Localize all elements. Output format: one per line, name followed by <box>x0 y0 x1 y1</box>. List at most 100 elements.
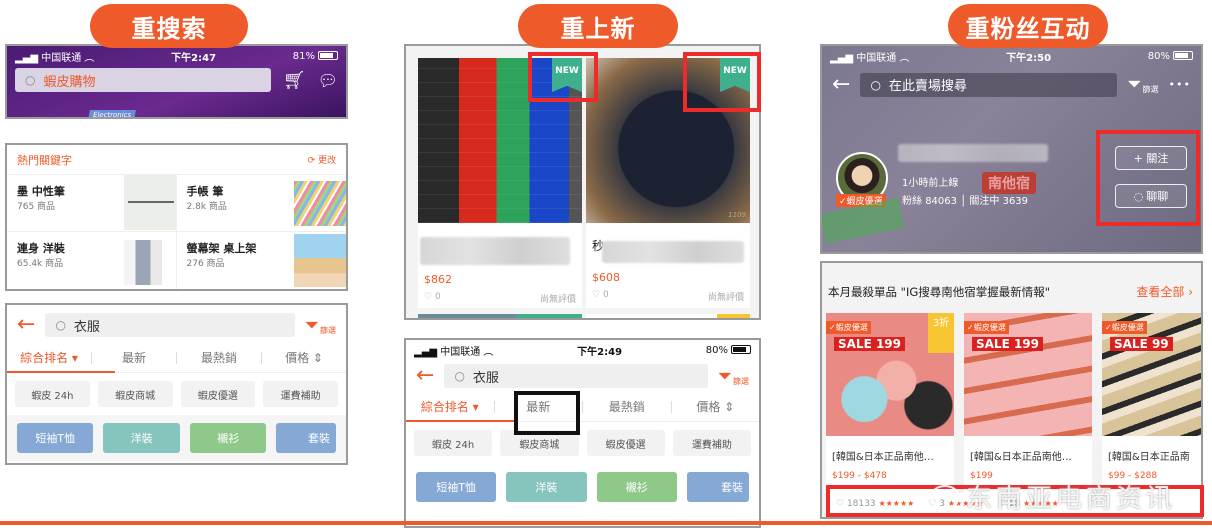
search-input[interactable]: ○ 衣服 <box>45 313 295 337</box>
heart-icon: ♡ <box>592 290 601 300</box>
product-price: $862 <box>424 273 452 286</box>
blurred-title <box>420 237 570 265</box>
product-image-concealer: ✓蝦皮優選 SALE 99 <box>1102 313 1201 436</box>
search-icon: ○ <box>454 369 465 383</box>
category-button[interactable]: 襯衫 <box>596 472 677 502</box>
carrier: ▂▄▆ 中国联通 ︵ <box>414 346 494 358</box>
tab-newest[interactable]: 最新 <box>92 349 176 366</box>
battery-icon <box>1172 51 1193 60</box>
sort-tabs: 綜合排名 ▾ 最新 最熱銷 價格 ⇕ <box>406 392 759 422</box>
status-bar: ▂▄▆ 中国联通 ︵ 下午2:47 81% <box>7 46 346 66</box>
keyword-item[interactable]: 連身 洋裝 65.4k 商品 <box>7 232 177 289</box>
tab-price[interactable]: 價格 ⇕ <box>672 398 760 415</box>
product-image-cushion: ✓蝦皮優選 SALE 199 3折 <box>826 313 954 436</box>
back-arrow-icon[interactable]: ← <box>416 365 434 387</box>
more-options-icon[interactable]: ••• <box>1169 78 1191 91</box>
refresh-icon: ⟳ <box>307 156 316 166</box>
following-count: 3639 <box>1002 196 1029 207</box>
category-button[interactable]: 短袖T恤 <box>416 472 497 502</box>
battery: 80% <box>706 345 751 356</box>
view-all-link[interactable]: 查看全部 › <box>1136 283 1193 300</box>
filter-icon: ⏷ <box>717 365 732 387</box>
filter-icon: ⏷ <box>1127 74 1142 95</box>
category-button[interactable]: 洋裝 <box>103 423 180 453</box>
bottom-accent-line <box>0 521 1212 525</box>
keyword-thumbnail-dress <box>123 240 162 285</box>
filter-chip[interactable]: 蝦皮 24h <box>414 430 493 456</box>
app-home-header: ▂▄▆ 中国联通 ︵ 下午2:47 81% ○ 蝦皮購物 🛒︎ 💬︎ Elect… <box>5 44 348 119</box>
clock: 下午2:47 <box>171 52 217 64</box>
hot-keywords-title: 熱門關鍵字 <box>17 153 72 167</box>
battery-icon <box>317 51 338 60</box>
keyword-item[interactable]: 墨 中性筆 765 商品 <box>7 175 177 232</box>
chat-icon[interactable]: 💬︎ <box>318 71 338 90</box>
tab-bestselling[interactable]: 最熱銷 <box>583 398 671 415</box>
keyword-item[interactable]: 手帳 筆 2.8k 商品 <box>176 175 346 232</box>
product-card-partial <box>586 314 750 318</box>
tab-relevance[interactable]: 綜合排名 ▾ <box>406 398 494 415</box>
tab-bestselling[interactable]: 最熱銷 <box>177 349 261 366</box>
likes[interactable]: ♡ 0 <box>592 290 609 303</box>
carrier: ▂▄▆ 中国联通 ︵ <box>830 52 910 64</box>
product-image-lipstick: ✓蝦皮優選 SALE 199 <box>964 313 1092 436</box>
highlight-newest-tab <box>514 391 580 435</box>
blurred-title <box>602 241 744 263</box>
filter-button[interactable]: ⏷ 篩選 <box>718 366 749 387</box>
filter-button[interactable]: ⏷ 篩選 <box>1127 74 1158 95</box>
product-price: $608 <box>592 271 620 284</box>
active-tab-indicator <box>7 371 115 373</box>
heart-icon: ♡ <box>424 292 433 302</box>
search-icon: ○ <box>55 318 66 332</box>
clock: 下午2:50 <box>1006 52 1052 64</box>
watermark: 东南亚电商资讯 <box>930 478 1176 515</box>
filter-chip[interactable]: 蝦皮商城 <box>97 381 173 407</box>
cart-icon[interactable]: 🛒︎ <box>283 70 306 91</box>
tab-relevance[interactable]: 綜合排名 ▾ <box>7 349 91 366</box>
category-button[interactable]: 套裝 <box>276 423 336 453</box>
highlight-new-tag-1 <box>528 52 598 102</box>
battery: 80% <box>1148 51 1193 62</box>
keyword-thumbnail-pens <box>294 181 346 226</box>
keyword-item[interactable]: 螢幕架 桌上架 276 商品 <box>177 232 346 289</box>
status-bar: ▂▄▆ 中国联通 ︵ 下午2:50 80% <box>822 46 1201 66</box>
filter-chip[interactable]: 運費補助 <box>672 430 751 456</box>
likes[interactable]: ♡ 0 <box>424 292 441 305</box>
back-arrow-icon[interactable]: ← <box>17 314 35 336</box>
banner-tag: Electronics <box>88 110 137 117</box>
heading-new: 重上新 <box>518 4 678 48</box>
filter-icon: ⏷ <box>304 314 319 336</box>
category-button[interactable]: 洋裝 <box>506 472 587 502</box>
keyword-thumbnail-stand <box>294 234 346 287</box>
search-results-panel-b: ▂▄▆ 中国联通 ︵ 下午2:49 80% ← ○ 衣服 ⏷ 篩選 綜合排名 ▾ … <box>404 338 761 528</box>
follower-count: 84063 <box>925 196 957 207</box>
battery-icon <box>730 345 751 354</box>
background-sign: 南他宿 <box>982 172 1036 194</box>
search-input[interactable]: ○ 衣服 <box>444 364 708 388</box>
line-sticker <box>822 198 905 244</box>
category-button[interactable]: 套裝 <box>686 472 749 502</box>
back-arrow-icon[interactable]: ← <box>832 72 850 97</box>
search-icon: ○ <box>25 73 36 87</box>
blurred-shop-name <box>898 144 1048 162</box>
filter-chip[interactable]: 蝦皮 24h <box>15 381 90 407</box>
search-input[interactable]: ○ 蝦皮購物 <box>15 68 271 92</box>
filter-button[interactable]: ⏷ 篩選 <box>305 315 336 336</box>
rating-text: 尚無評價 <box>539 295 576 305</box>
keyword-thumbnail-pen <box>123 175 176 230</box>
highlight-follow-chat <box>1096 130 1200 226</box>
carrier: ▂▄▆ 中国联通 ︵ <box>15 52 95 64</box>
category-button[interactable]: 短袖T恤 <box>17 423 94 453</box>
rating-text: 尚無評價 <box>707 293 744 303</box>
category-button[interactable]: 襯衫 <box>189 423 267 453</box>
filter-chip[interactable]: 蝦皮優選 <box>180 381 256 407</box>
refresh-button[interactable]: ⟳ 更改 <box>308 153 336 166</box>
discount-badge: 3折 <box>928 313 954 353</box>
last-online: 1小時前上線 <box>902 178 959 189</box>
filter-chip[interactable]: 蝦皮優選 <box>586 430 665 456</box>
battery: 81% <box>293 51 338 62</box>
active-tab-indicator <box>406 420 514 422</box>
heading-fans: 重粉丝互动 <box>948 4 1108 48</box>
tab-price[interactable]: 價格 ⇕ <box>262 349 346 366</box>
filter-chip[interactable]: 運費補助 <box>263 381 338 407</box>
shop-search-input[interactable]: ○ 在此賣場搜尋 <box>860 72 1118 97</box>
